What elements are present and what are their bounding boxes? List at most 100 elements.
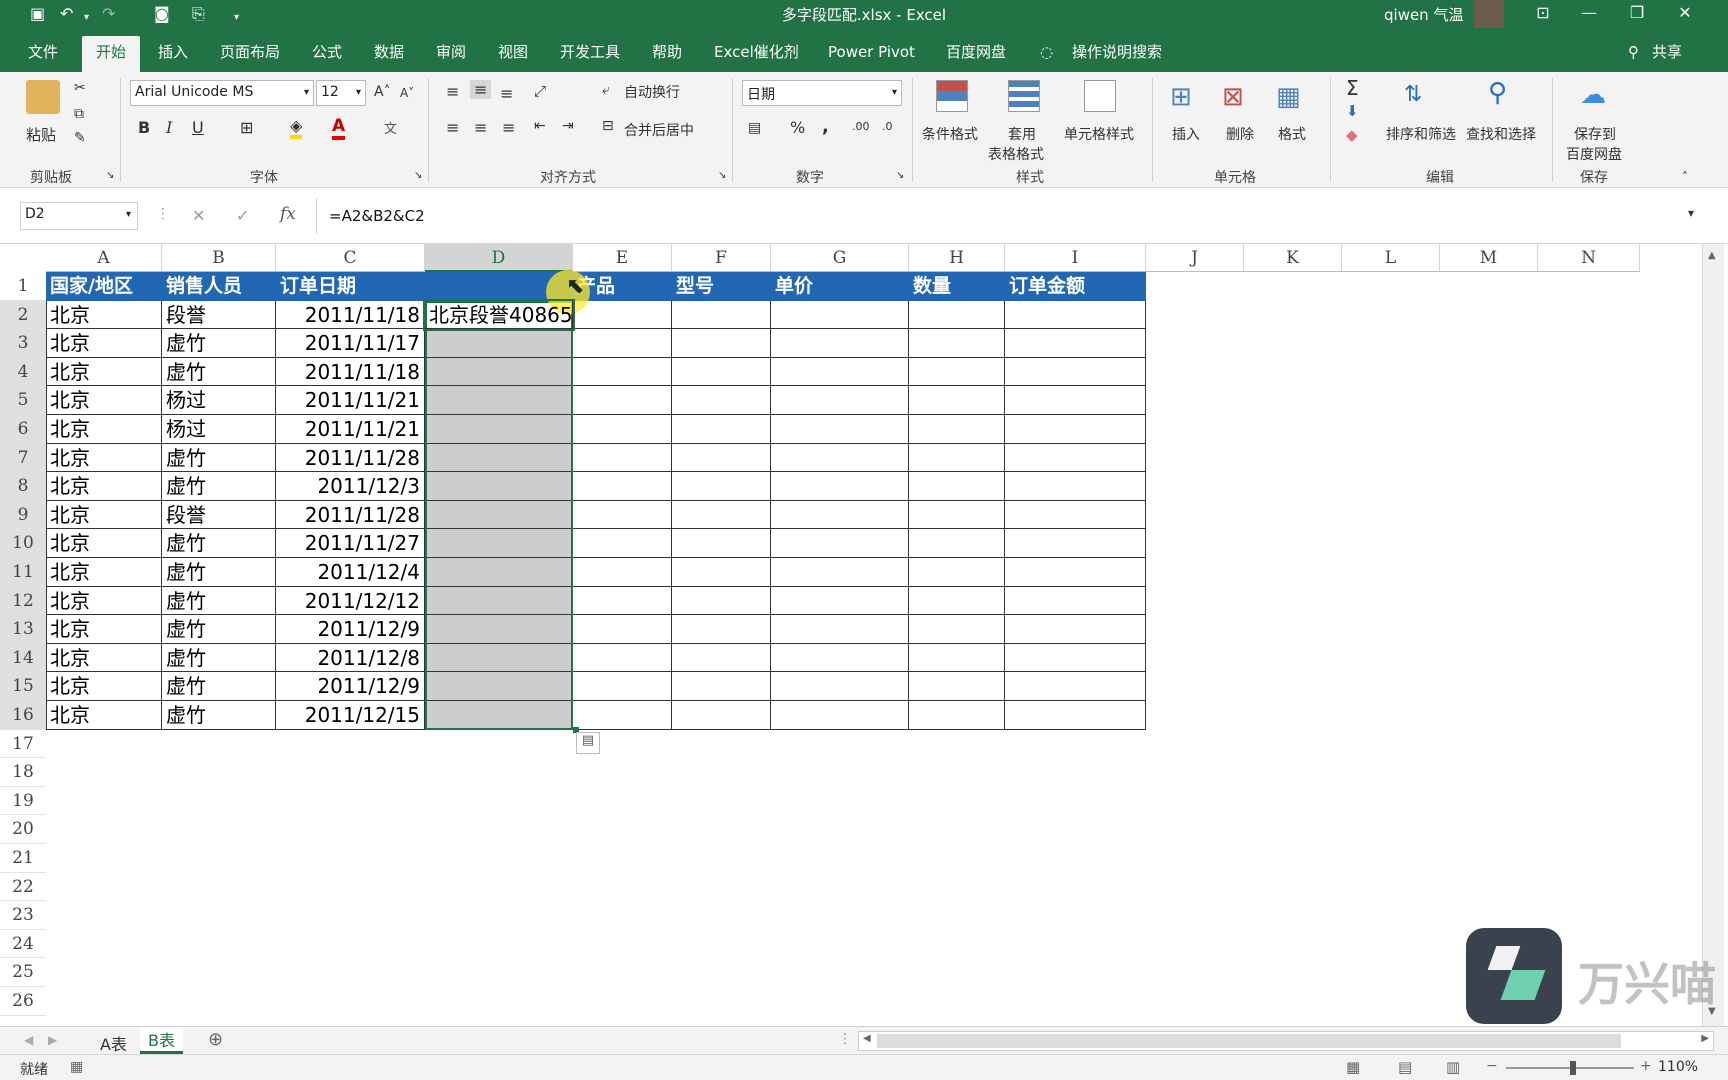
cell-region[interactable]: 北京 xyxy=(46,300,162,330)
cell-person[interactable]: 虚竹 xyxy=(162,615,276,644)
cell-empty[interactable] xyxy=(672,586,771,616)
cell-concat[interactable] xyxy=(425,558,573,587)
cell-empty[interactable] xyxy=(1005,329,1146,358)
cell-empty[interactable] xyxy=(573,529,672,558)
cell-empty[interactable] xyxy=(573,672,672,701)
cell-empty[interactable] xyxy=(909,329,1005,358)
increase-font-icon[interactable]: A˄ xyxy=(374,84,391,100)
formula-input[interactable]: =A2&B2&C2 xyxy=(316,198,1704,234)
cell-empty[interactable] xyxy=(771,643,909,673)
cell-region[interactable]: 北京 xyxy=(46,329,162,358)
cell-person[interactable]: 虚竹 xyxy=(162,672,276,701)
row-header-12[interactable]: 12 xyxy=(0,586,46,616)
sort-filter-icon[interactable]: ⇅ xyxy=(1404,82,1422,107)
cell-empty[interactable] xyxy=(672,529,771,558)
cell-empty[interactable] xyxy=(909,357,1005,387)
cell-empty[interactable] xyxy=(1005,300,1146,330)
cell-empty[interactable] xyxy=(672,357,771,387)
cell-concat[interactable]: 北京段誉40865 xyxy=(423,298,575,332)
number-launcher-icon[interactable]: ↘ xyxy=(896,170,904,181)
sheet-tab-a[interactable]: A表 xyxy=(94,1031,133,1055)
cell-empty[interactable] xyxy=(672,415,771,444)
cell-empty[interactable] xyxy=(771,329,909,358)
row-header-4[interactable]: 4 xyxy=(0,357,46,387)
cell-empty[interactable] xyxy=(1005,357,1146,387)
comma-style-button[interactable]: , xyxy=(822,116,829,137)
cell-empty[interactable] xyxy=(771,615,909,644)
cell-person[interactable]: 段誉 xyxy=(162,300,276,330)
decrease-font-icon[interactable]: A˅ xyxy=(400,86,414,100)
cell-concat[interactable] xyxy=(425,386,573,415)
cell-concat[interactable] xyxy=(425,472,573,501)
tab-home[interactable]: 开始 xyxy=(82,36,141,72)
horizontal-scroll-thumb[interactable] xyxy=(877,1034,1621,1048)
cell-region[interactable]: 北京 xyxy=(46,672,162,701)
cell-styles-button[interactable]: 单元格样式 xyxy=(1064,124,1134,144)
cancel-icon[interactable]: ✕ xyxy=(192,206,205,225)
cell-empty[interactable] xyxy=(771,558,909,587)
cell-empty[interactable] xyxy=(771,529,909,558)
tab-developer[interactable]: 开发工具 xyxy=(560,42,620,62)
column-header-j[interactable]: J xyxy=(1146,244,1244,272)
cell-concat[interactable] xyxy=(425,529,573,558)
row-header-9[interactable]: 9 xyxy=(0,500,46,530)
font-color-button[interactable]: A xyxy=(332,116,346,140)
tell-me-search[interactable]: 操作说明搜索 xyxy=(1072,42,1162,62)
cell-empty[interactable] xyxy=(909,558,1005,587)
cell-person[interactable]: 虚竹 xyxy=(162,558,276,587)
cell-person[interactable]: 杨过 xyxy=(162,386,276,415)
prev-sheet-icon[interactable]: ◀ xyxy=(24,1033,33,1047)
name-box[interactable]: D2 ▾ xyxy=(20,202,138,230)
cell-empty[interactable] xyxy=(1005,701,1146,730)
cell-empty[interactable] xyxy=(672,386,771,415)
column-header-b[interactable]: B xyxy=(162,244,276,272)
format-cells-icon[interactable]: ▦ xyxy=(1276,82,1301,112)
cell-concat[interactable] xyxy=(425,357,573,387)
tab-formulas[interactable]: 公式 xyxy=(312,42,342,62)
row-header-23[interactable]: 23 xyxy=(0,901,46,930)
header-cell-b[interactable]: 销售人员 xyxy=(162,272,276,301)
cell-concat[interactable] xyxy=(425,500,573,530)
increase-indent-icon[interactable]: ⇥ xyxy=(562,118,574,134)
cut-icon[interactable]: ✂ xyxy=(74,80,86,96)
cell-region[interactable]: 北京 xyxy=(46,500,162,530)
cell-region[interactable]: 北京 xyxy=(46,357,162,387)
cell-empty[interactable] xyxy=(672,300,771,330)
cell-empty[interactable] xyxy=(909,500,1005,530)
cell-empty[interactable] xyxy=(1005,586,1146,616)
expand-formula-icon[interactable]: ▾ xyxy=(1688,206,1694,220)
scroll-left-icon[interactable]: ◀ xyxy=(863,1033,871,1044)
row-header-26[interactable]: 26 xyxy=(0,987,46,1016)
sort-filter-button[interactable]: 排序和筛选 xyxy=(1386,124,1456,144)
cell-empty[interactable] xyxy=(672,701,771,730)
phonetic-guide-icon[interactable]: 文 xyxy=(384,118,397,137)
tab-insert[interactable]: 插入 xyxy=(158,42,188,62)
column-header-n[interactable]: N xyxy=(1538,244,1640,272)
cell-empty[interactable] xyxy=(771,415,909,444)
cell-region[interactable]: 北京 xyxy=(46,558,162,587)
split-handle-icon[interactable]: ⋮ xyxy=(838,1031,852,1047)
conditional-format-icon[interactable] xyxy=(936,80,968,112)
cell-empty[interactable] xyxy=(909,443,1005,473)
row-header-16[interactable]: 16 xyxy=(0,701,46,730)
cell-empty[interactable] xyxy=(909,672,1005,701)
row-header-3[interactable]: 3 xyxy=(0,329,46,358)
cell-empty[interactable] xyxy=(1005,615,1146,644)
row-header-19[interactable]: 19 xyxy=(0,787,46,816)
insert-function-icon[interactable]: fx xyxy=(280,204,296,224)
cell-date[interactable]: 2011/12/8 xyxy=(276,643,425,673)
cell-date[interactable]: 2011/11/28 xyxy=(276,443,425,473)
column-header-d[interactable]: D xyxy=(425,244,573,272)
cell-empty[interactable] xyxy=(771,500,909,530)
row-header-11[interactable]: 11 xyxy=(0,558,46,587)
tab-data[interactable]: 数据 xyxy=(374,42,404,62)
cell-empty[interactable] xyxy=(573,357,672,387)
tab-power-pivot[interactable]: Power Pivot xyxy=(828,42,915,62)
cell-concat[interactable] xyxy=(425,586,573,616)
cell-date[interactable]: 2011/12/15 xyxy=(276,701,425,730)
row-header-7[interactable]: 7 xyxy=(0,443,46,473)
tab-file[interactable]: 文件 xyxy=(28,42,58,62)
cell-region[interactable]: 北京 xyxy=(46,472,162,501)
cell-empty[interactable] xyxy=(672,643,771,673)
insert-cells-icon[interactable]: ⊞ xyxy=(1170,82,1192,112)
